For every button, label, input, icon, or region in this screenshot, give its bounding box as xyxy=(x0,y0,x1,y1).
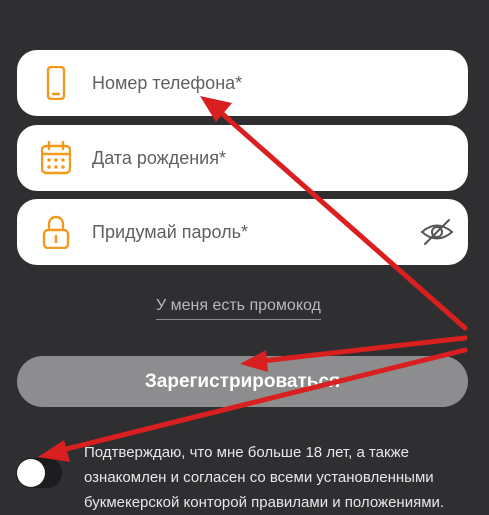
lock-icon xyxy=(42,215,70,249)
consent-toggle[interactable] xyxy=(16,458,62,488)
promo-code-link[interactable]: У меня есть промокод xyxy=(156,297,321,320)
birthdate-field[interactable] xyxy=(17,125,468,191)
register-button[interactable]: Зарегистрироваться xyxy=(17,356,468,407)
phone-icon xyxy=(46,66,66,100)
password-field[interactable] xyxy=(17,199,468,265)
eye-off-icon[interactable] xyxy=(420,217,454,247)
toggle-knob xyxy=(17,459,45,487)
birthdate-input[interactable] xyxy=(92,125,412,191)
consent-text: Подтверждаю, что мне больше 18 лет, а та… xyxy=(84,444,445,511)
calendar-icon xyxy=(41,141,71,175)
phone-input[interactable] xyxy=(92,50,412,116)
password-input[interactable] xyxy=(92,199,412,265)
phone-field[interactable] xyxy=(17,50,468,116)
